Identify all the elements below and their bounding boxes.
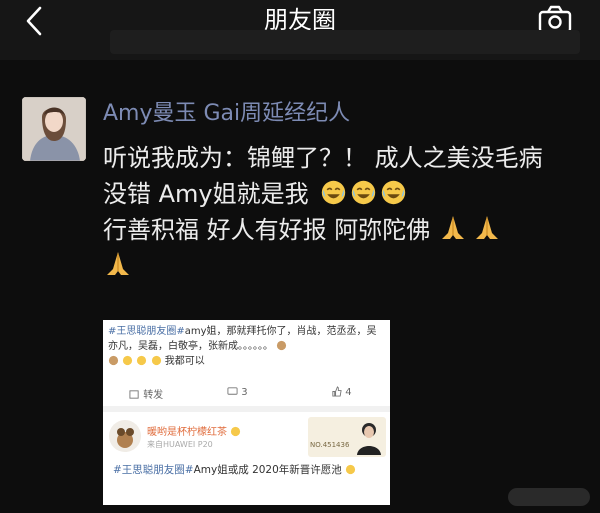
laughing-crying-emoji — [151, 355, 161, 366]
thumbs-up-icon — [332, 386, 342, 397]
fan-badge: NO.451436 — [308, 417, 386, 457]
comment-count: 3 — [241, 387, 248, 398]
post-line-2-text: 没错 Amy姐就是我 — [103, 180, 309, 208]
comment-body: Amy姐或成 2020年新晋许愿池 — [193, 464, 342, 476]
dog-emoji — [277, 340, 287, 351]
praying-hands-emoji — [107, 252, 129, 275]
commenter-name-text: 暖哟是杯柠檬红茶 — [147, 427, 227, 438]
praying-hands-emoji — [475, 216, 498, 239]
laughing-crying-emoji — [352, 180, 376, 205]
laughing-crying-emoji-group — [320, 180, 410, 208]
commenter-name: 暖哟是杯柠檬红茶 — [147, 423, 241, 438]
previous-post-ghost — [110, 30, 580, 54]
comment-action[interactable]: 3 — [227, 386, 248, 398]
badge-number: NO.451436 — [310, 441, 350, 449]
comment-text: #王思聪朋友圈#Amy姐或成 2020年新晋许愿池 — [113, 462, 356, 477]
post-line-2: 没错 Amy姐就是我 — [103, 176, 583, 212]
laughing-crying-emoji — [382, 180, 406, 205]
repost-label: 转发 — [143, 390, 164, 401]
post-line-4 — [103, 248, 583, 284]
watermark — [508, 488, 590, 506]
like-action[interactable]: 4 — [331, 386, 352, 398]
laughing-crying-emoji — [231, 426, 241, 437]
embedded-screenshot[interactable]: #王思聪朋友圈#amy姐，那就拜托你了，肖战，范丞丞，吴亦凡，吴磊，白敬亭，张新… — [103, 320, 390, 505]
post-line-1: 听说我成为：锦鲤了？！ 成人之美没毛病 — [103, 144, 543, 172]
comment-icon — [227, 387, 238, 395]
post-line-3: 行善积福 好人有好报 阿弥陀佛 — [103, 212, 583, 248]
person-photo — [357, 423, 381, 455]
praying-hands-emoji — [441, 216, 464, 239]
weibo-post-text: #王思聪朋友圈#amy姐，那就拜托你了，肖战，范丞丞，吴亦凡，吴磊，白敬亭，张新… — [108, 324, 386, 369]
laughing-crying-emoji — [123, 355, 133, 366]
comment-hashtag: #王思聪朋友圈# — [113, 464, 194, 476]
avatar[interactable] — [22, 97, 86, 161]
weibo-hashtag: #王思聪朋友圈# — [108, 326, 185, 337]
post-line-3-text: 行善积福 好人有好报 阿弥陀佛 — [103, 216, 431, 244]
comment-meta: 来自HUAWEI P20 — [147, 440, 213, 449]
divider — [103, 406, 390, 412]
post-content: 听说我成为：锦鲤了？！ 成人之美没毛病 没错 Amy姐就是我 行善积福 好人有好… — [103, 140, 583, 284]
top-bar: 朋友圈 — [0, 0, 600, 60]
repost-action[interactable]: 转发 — [129, 386, 163, 401]
laughing-crying-emoji — [137, 355, 147, 366]
repost-icon — [129, 390, 139, 399]
dog-emoji — [108, 355, 119, 366]
weibo-post-tail: 我都可以 — [164, 356, 205, 367]
author-name[interactable]: Amy曼玉 Gai周延经纪人 — [103, 95, 350, 127]
like-count: 4 — [345, 387, 352, 398]
laughing-crying-emoji — [346, 464, 356, 475]
commenter-avatar — [109, 420, 141, 452]
laughing-crying-emoji — [322, 180, 346, 205]
